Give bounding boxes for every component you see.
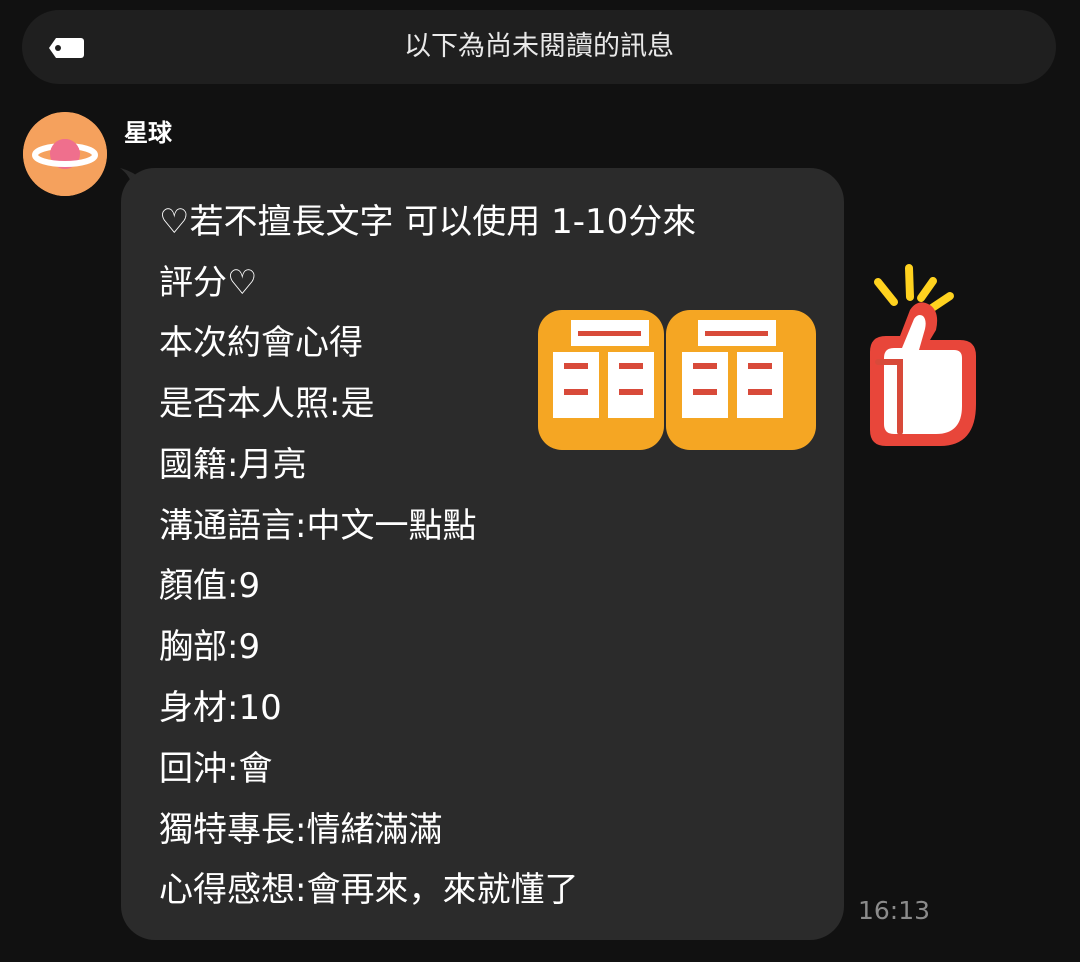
message-line: 身材:10 xyxy=(159,688,282,728)
chat-screen: 以下為尚未閱讀的訊息 星球 ♡若不擅長文字 可以使用 1-10分來 評分♡ 本次… xyxy=(0,0,1080,962)
message-line: 胸部:9 xyxy=(159,627,261,667)
message-line: 評分♡ xyxy=(159,263,258,303)
message-line: 顏值:9 xyxy=(159,566,261,606)
sticker-text-graphic xyxy=(538,310,816,450)
message-line: 是否本人照:是 xyxy=(159,384,375,424)
message-line: 國籍:月亮 xyxy=(159,445,307,485)
message-line: 溝通語言:中文一點點 xyxy=(159,506,477,546)
unread-divider-label: 以下為尚未閱讀的訊息 xyxy=(404,31,674,62)
message-line: 本次約會心得 xyxy=(159,323,363,363)
sender-name: 星球 xyxy=(124,119,172,147)
message-timestamp: 16:13 xyxy=(858,896,931,925)
message-line: 回沖:會 xyxy=(159,749,273,789)
planet-icon xyxy=(23,112,107,196)
jingjing-thumbs-up-sticker[interactable] xyxy=(528,258,998,458)
avatar[interactable] xyxy=(23,112,107,196)
message-line: 獨特專長:情緒滿滿 xyxy=(159,810,443,850)
unread-messages-divider: 以下為尚未閱讀的訊息 xyxy=(22,10,1056,84)
message-line: 心得感想:會再來，來就懂了 xyxy=(159,870,579,910)
message-line: ♡若不擅長文字 可以使用 1-10分來 xyxy=(159,202,697,242)
thumbs-up-icon xyxy=(870,264,976,446)
